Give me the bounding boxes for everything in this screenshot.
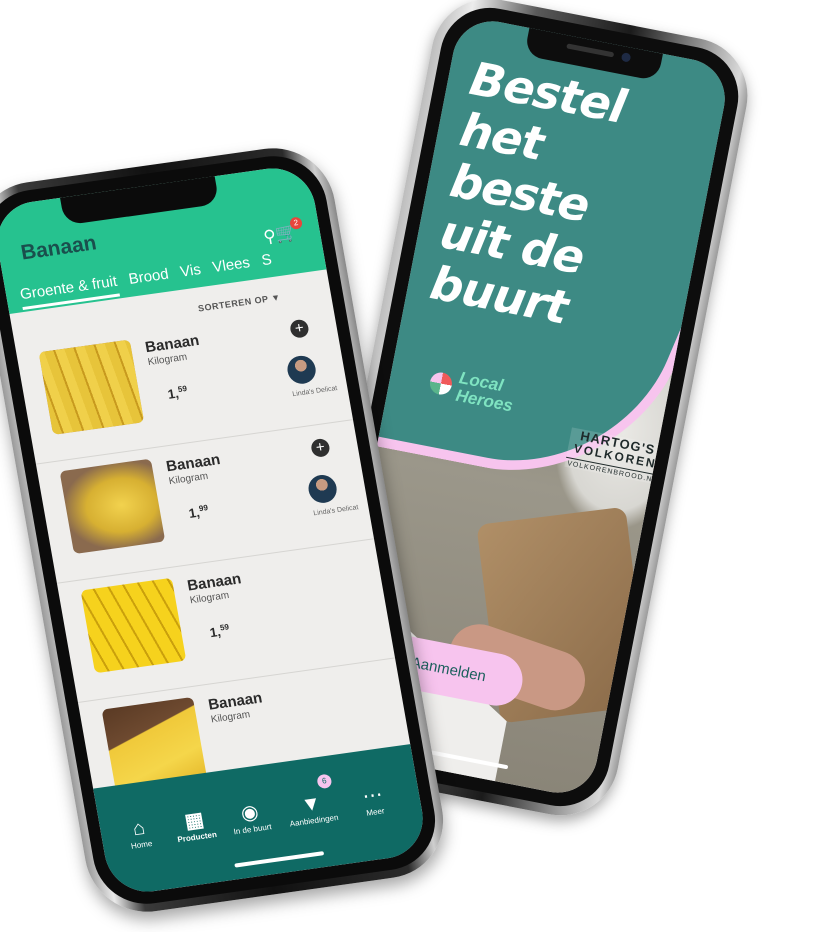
product-list-screen: Banaan ⚲ 🛒 2 Groente & fruit Brood Vis V…	[0, 163, 430, 897]
page-title: Banaan	[19, 231, 99, 265]
seller-avatar[interactable]	[306, 473, 339, 505]
phone-left: Banaan ⚲ 🛒 2 Groente & fruit Brood Vis V…	[0, 140, 453, 920]
product-price: 1,59	[166, 384, 188, 402]
home-indicator[interactable]	[234, 851, 325, 868]
product-image[interactable]	[38, 339, 145, 435]
seller-name: Linda's Delicat	[312, 504, 359, 518]
tab-brood[interactable]: Brood	[127, 266, 171, 295]
offers-badge: 6	[316, 773, 333, 790]
tab-more[interactable]: S	[260, 251, 274, 276]
nav-label: Home	[130, 838, 153, 851]
nav-meer[interactable]: ⋯ Meer	[343, 780, 404, 820]
nav-producten[interactable]: ▦ Producten	[164, 805, 225, 845]
phone-left-body: Banaan ⚲ 🛒 2 Groente & fruit Brood Vis V…	[0, 140, 453, 920]
tab-groente-fruit[interactable]: Groente & fruit	[18, 272, 120, 311]
product-image[interactable]	[59, 458, 166, 555]
nav-in-de-buurt[interactable]: ◉ In de buurt	[220, 797, 281, 837]
product-image[interactable]	[80, 577, 187, 674]
brand-mark-icon	[428, 370, 454, 397]
nav-label: Meer	[365, 806, 386, 818]
product-price: 1,59	[208, 622, 230, 641]
tab-vis[interactable]: Vis	[179, 261, 204, 288]
tab-vlees[interactable]: Vlees	[211, 254, 252, 283]
seller-name: Linda's Delicat	[291, 385, 338, 399]
product-price: 1,99	[187, 503, 209, 522]
nav-home[interactable]: ⌂ Home	[109, 813, 170, 853]
add-to-cart-button[interactable]: +	[288, 318, 310, 339]
nav-aanbiedingen[interactable]: ▼ Aanbiedingen	[281, 789, 342, 829]
add-to-cart-button[interactable]: +	[309, 437, 331, 458]
seller-avatar[interactable]	[285, 354, 318, 386]
